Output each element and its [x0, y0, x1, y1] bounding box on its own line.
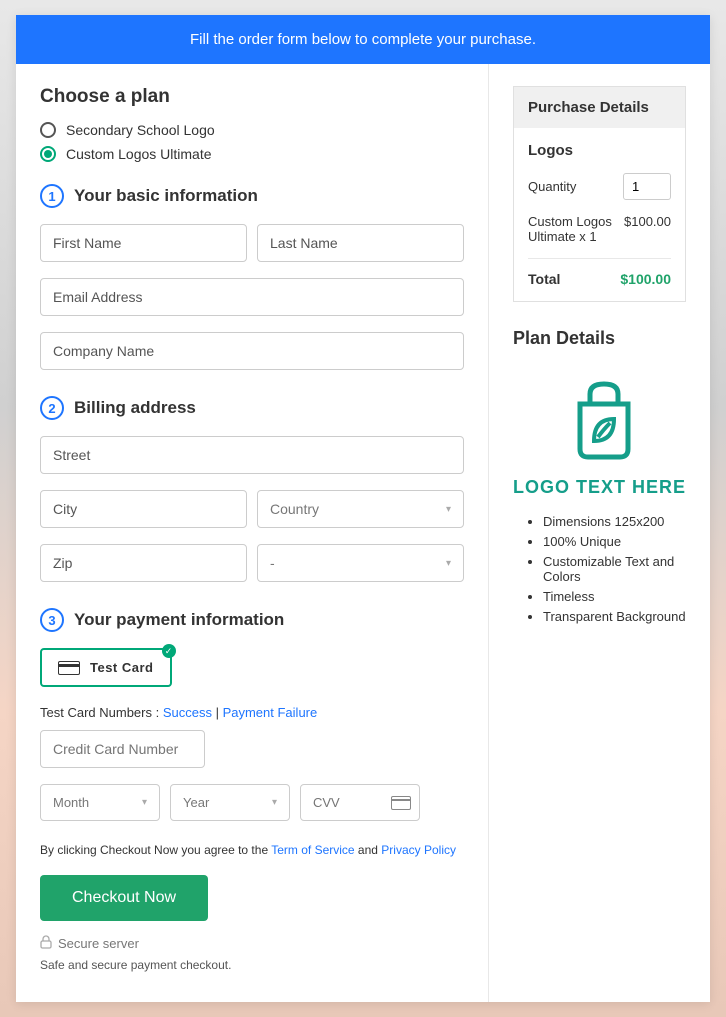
quantity-label: Quantity	[528, 179, 576, 194]
cvv-field	[300, 784, 420, 821]
radio-icon	[40, 122, 56, 138]
step-3-head: 3 Your payment information	[40, 608, 464, 632]
first-name-input[interactable]	[40, 224, 247, 262]
chevron-down-icon: ▾	[142, 797, 147, 808]
card-label: Test Card	[90, 660, 154, 675]
plan-radio-group: Secondary School Logo Custom Logos Ultim…	[40, 122, 464, 162]
feature-item: Customizable Text and Colors	[543, 554, 686, 584]
quantity-row: Quantity	[528, 173, 671, 200]
bag-leaf-icon	[550, 369, 650, 469]
year-label: Year	[183, 795, 209, 810]
test-prefix: Test Card Numbers :	[40, 705, 163, 720]
expiry-month-select[interactable]: Month ▾	[40, 784, 160, 821]
line-item: Custom Logos Ultimate x 1 $100.00	[528, 214, 671, 259]
terms-text: By clicking Checkout Now you agree to th…	[40, 843, 464, 857]
credit-card-input[interactable]	[40, 730, 205, 768]
secure-label: Secure server	[58, 936, 139, 951]
purchase-details-head: Purchase Details	[514, 87, 685, 128]
total-row: Total $100.00	[528, 271, 671, 287]
zip-input[interactable]	[40, 544, 247, 582]
content-row: Choose a plan Secondary School Logo Cust…	[16, 64, 710, 1002]
privacy-link[interactable]: Privacy Policy	[381, 843, 456, 857]
checkout-container: Fill the order form below to complete yo…	[16, 15, 710, 1002]
chevron-down-icon: ▾	[446, 504, 451, 515]
safe-text: Safe and secure payment checkout.	[40, 958, 464, 972]
purchase-details-body: Logos Quantity Custom Logos Ultimate x 1…	[514, 128, 685, 301]
expiry-year-select[interactable]: Year ▾	[170, 784, 290, 821]
terms-prefix: By clicking Checkout Now you agree to th…	[40, 843, 271, 857]
cvv-input[interactable]	[301, 785, 371, 820]
chevron-down-icon: ▾	[272, 797, 277, 808]
success-link[interactable]: Success	[163, 705, 212, 720]
logo-preview: LOGO TEXT HERE	[513, 369, 686, 498]
feature-list: Dimensions 125x200 100% Unique Customiza…	[513, 514, 686, 624]
cvv-card-icon	[391, 796, 411, 810]
street-input[interactable]	[40, 436, 464, 474]
step-number-icon: 2	[40, 396, 64, 420]
summary-column: Purchase Details Logos Quantity Custom L…	[489, 64, 710, 1002]
email-input[interactable]	[40, 278, 464, 316]
tos-link[interactable]: Term of Service	[271, 843, 354, 857]
check-badge-icon: ✓	[162, 644, 176, 658]
state-select[interactable]: - ▾	[257, 544, 464, 582]
plan-option-label: Custom Logos Ultimate	[66, 146, 212, 162]
line-item-price: $100.00	[624, 214, 671, 244]
purchase-title: Logos	[528, 142, 671, 159]
logo-text: LOGO TEXT HERE	[513, 477, 686, 498]
terms-and: and	[355, 843, 382, 857]
city-input[interactable]	[40, 490, 247, 528]
credit-card-icon	[58, 661, 80, 675]
failure-link[interactable]: Payment Failure	[223, 705, 318, 720]
lock-icon	[40, 935, 52, 952]
step-number-icon: 1	[40, 184, 64, 208]
feature-item: Dimensions 125x200	[543, 514, 686, 529]
line-item-name: Custom Logos Ultimate x 1	[528, 214, 624, 244]
form-column: Choose a plan Secondary School Logo Cust…	[16, 64, 489, 1002]
country-select[interactable]: Country ▾	[257, 490, 464, 528]
month-label: Month	[53, 795, 89, 810]
company-input[interactable]	[40, 332, 464, 370]
total-label: Total	[528, 271, 560, 287]
feature-item: Timeless	[543, 589, 686, 604]
feature-item: 100% Unique	[543, 534, 686, 549]
step-2-title: Billing address	[74, 398, 196, 418]
step-number-icon: 3	[40, 608, 64, 632]
last-name-input[interactable]	[257, 224, 464, 262]
radio-icon-selected	[40, 146, 56, 162]
feature-item: Transparent Background	[543, 609, 686, 624]
plan-option-secondary[interactable]: Secondary School Logo	[40, 122, 464, 138]
banner: Fill the order form below to complete yo…	[16, 15, 710, 64]
test-card-line: Test Card Numbers : Success | Payment Fa…	[40, 705, 464, 720]
step-1-title: Your basic information	[74, 186, 258, 206]
plan-heading: Choose a plan	[40, 86, 464, 108]
step-1-head: 1 Your basic information	[40, 184, 464, 208]
secure-server-line: Secure server	[40, 935, 464, 952]
plan-option-ultimate[interactable]: Custom Logos Ultimate	[40, 146, 464, 162]
quantity-input[interactable]	[623, 173, 671, 200]
plan-details-title: Plan Details	[513, 328, 686, 349]
country-label: Country	[270, 501, 319, 517]
state-label: -	[270, 555, 275, 571]
purchase-details-box: Purchase Details Logos Quantity Custom L…	[513, 86, 686, 302]
chevron-down-icon: ▾	[446, 558, 451, 569]
plan-option-label: Secondary School Logo	[66, 122, 215, 138]
step-2-head: 2 Billing address	[40, 396, 464, 420]
payment-method-card[interactable]: ✓ Test Card	[40, 648, 172, 687]
step-3-title: Your payment information	[74, 610, 284, 630]
total-value: $100.00	[620, 271, 671, 287]
sep: |	[212, 705, 223, 720]
checkout-button[interactable]: Checkout Now	[40, 875, 208, 921]
